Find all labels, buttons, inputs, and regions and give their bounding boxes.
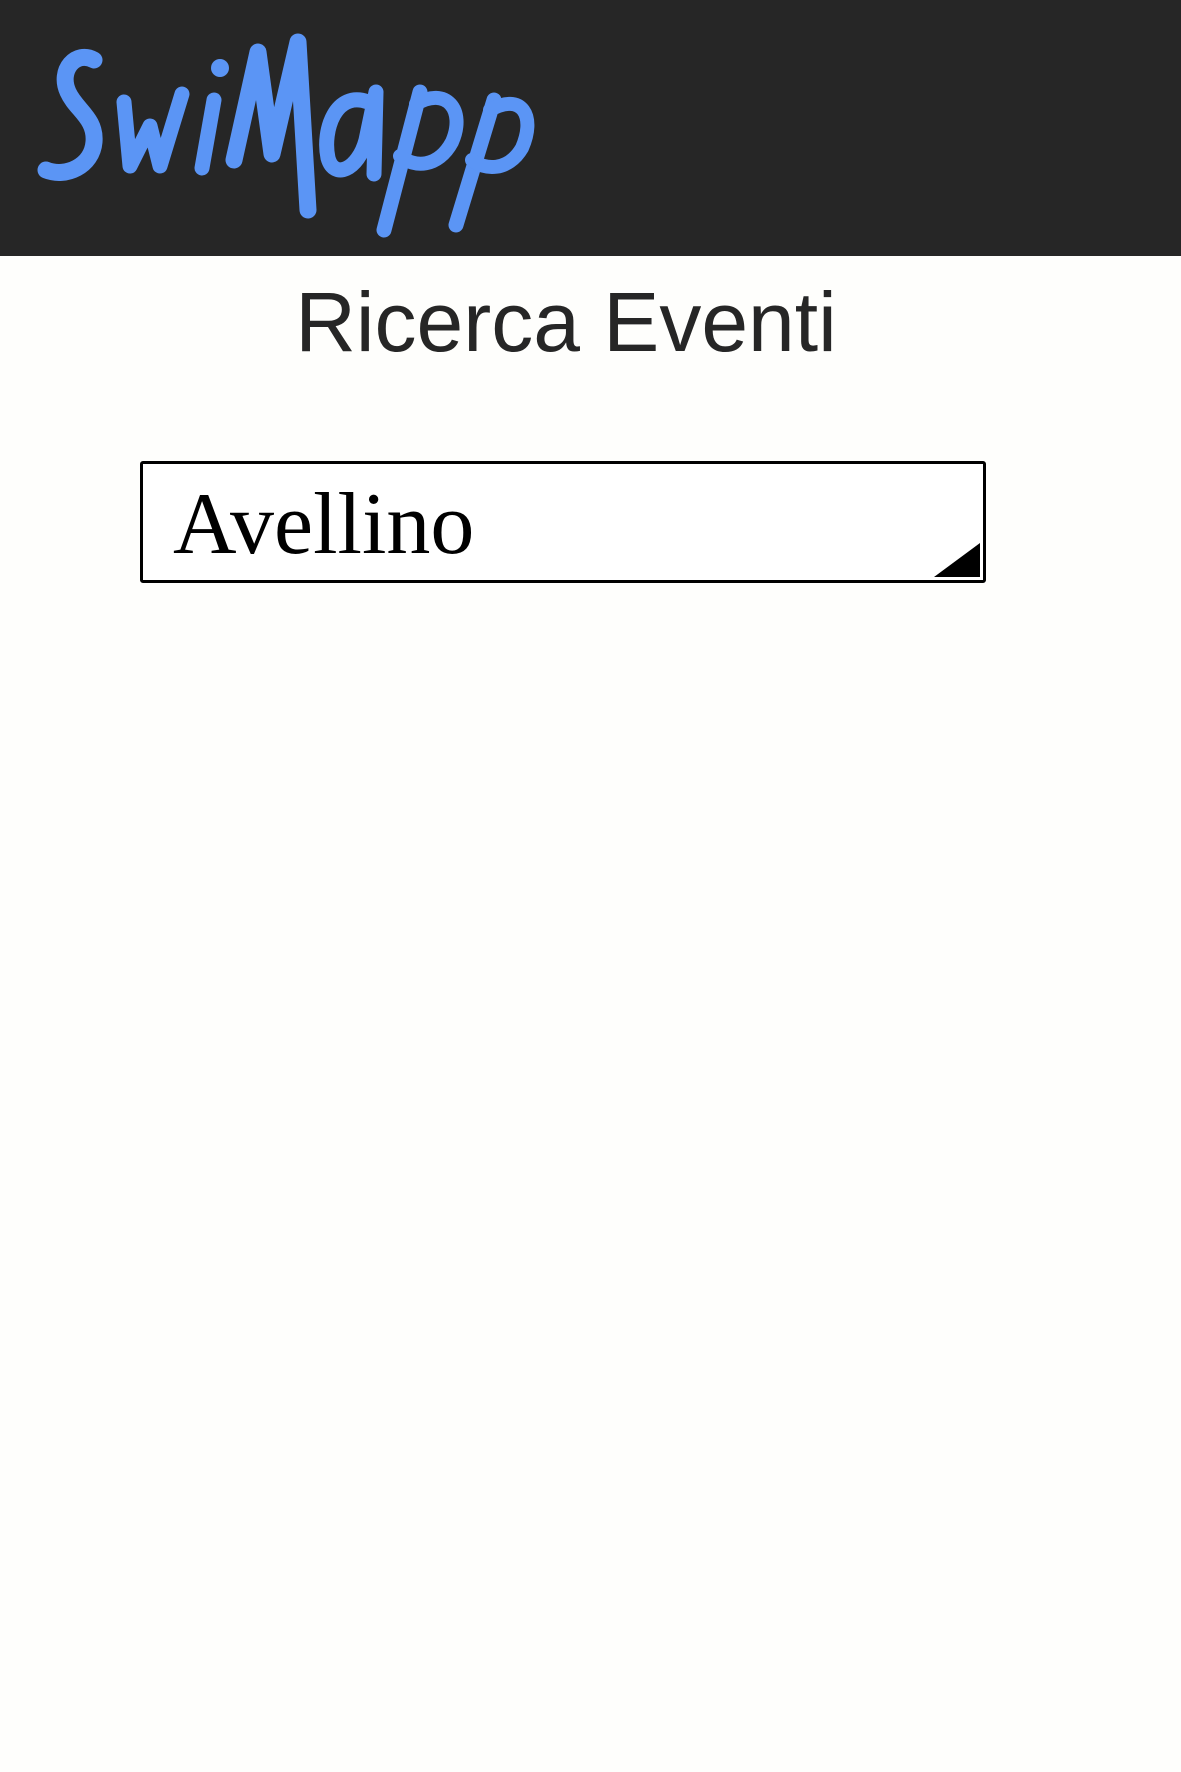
city-select-value: Avellino xyxy=(173,476,475,573)
swimapp-logo[interactable] xyxy=(36,30,596,245)
app-header xyxy=(0,0,1181,256)
page-title: Ricerca Eventi xyxy=(295,275,837,369)
city-select-dropdown[interactable]: Avellino xyxy=(140,461,986,583)
dropdown-arrow-icon xyxy=(934,543,980,577)
